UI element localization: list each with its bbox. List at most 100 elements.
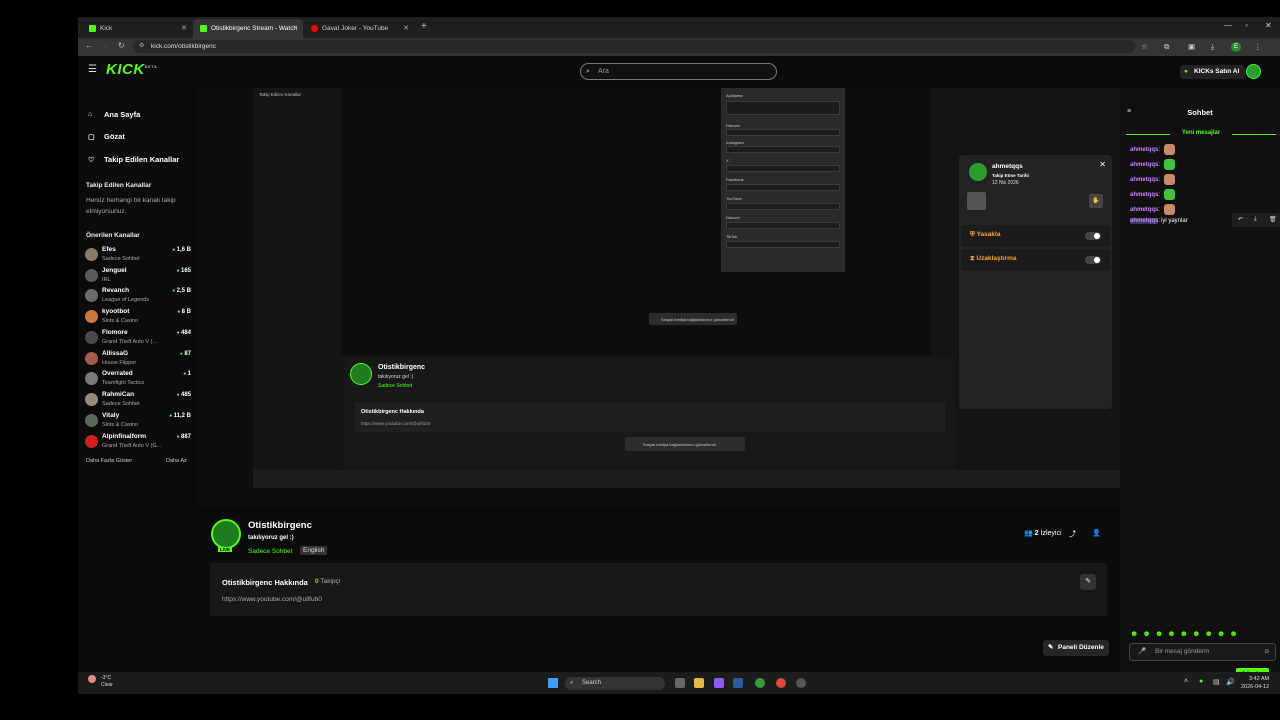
follow-user-icon[interactable]: 👤 bbox=[1092, 529, 1101, 537]
close-icon[interactable]: ✕ bbox=[1099, 160, 1106, 169]
stream-category[interactable]: Sadece Sohbet bbox=[248, 548, 292, 555]
ban-label: ⛨ Yasakla bbox=[970, 231, 1001, 238]
share-icon[interactable]: ⤴ bbox=[1069, 529, 1076, 539]
reply-icon[interactable]: ↶ bbox=[1238, 216, 1243, 223]
close-tab-icon[interactable]: ✕ bbox=[181, 24, 187, 32]
live-badge: LIVE bbox=[218, 547, 233, 552]
gift-button[interactable]: ✋ bbox=[1089, 194, 1103, 208]
minimize-icon[interactable]: — bbox=[1224, 21, 1232, 30]
channel-item[interactable]: FlomoreGrand Theft Auto V (...484 bbox=[85, 328, 191, 348]
channel-item[interactable]: AlpinfinalformGrand Theft Auto V (G...88… bbox=[85, 432, 191, 452]
discord-icon[interactable] bbox=[714, 678, 724, 688]
channel-item[interactable]: RevanchLeague of Legends2,5 B bbox=[85, 286, 191, 306]
buy-kicks-button[interactable]: ● KICKs Satın Al bbox=[1180, 65, 1246, 79]
chrome-active-icon[interactable] bbox=[776, 678, 786, 688]
reload-icon[interactable]: ↻ bbox=[118, 41, 125, 50]
obs-icon[interactable] bbox=[796, 678, 806, 688]
sidepanel-icon[interactable]: ▣ bbox=[1188, 42, 1195, 51]
tray-chevron-icon[interactable]: ˄ bbox=[1184, 678, 1188, 685]
user-card-name[interactable]: ahmetqqs bbox=[992, 163, 1023, 170]
hamburger-menu-icon[interactable]: ☰ bbox=[88, 64, 97, 75]
channel-avatar bbox=[85, 248, 98, 261]
nav-home[interactable]: ⌂ Ana Sayfa bbox=[88, 110, 140, 119]
channel-item[interactable]: OverratedTeamfight Tactics1 bbox=[85, 369, 191, 389]
site-info-icon[interactable]: ⚙ bbox=[139, 40, 144, 53]
maximize-icon[interactable]: ▫ bbox=[1245, 21, 1248, 30]
video-inner-main: Açıklama Discord Instagram X Facebook Yo… bbox=[341, 88, 931, 356]
nav-browse[interactable]: ▢ Gözat bbox=[88, 132, 125, 141]
user-avatar[interactable] bbox=[1246, 64, 1261, 79]
streamer-name[interactable]: Otistikbirgenc bbox=[248, 520, 312, 531]
kick-logo[interactable]: KICKBETA bbox=[106, 61, 157, 78]
weather-widget[interactable]: -3°C Clear bbox=[101, 675, 113, 689]
tab-stream[interactable]: Otistikbirgenc Stream - Watch ✕ bbox=[193, 19, 303, 38]
channel-avatar bbox=[85, 372, 98, 385]
pin-icon[interactable]: ⤓ bbox=[1254, 216, 1257, 223]
chrome-icon[interactable] bbox=[755, 678, 765, 688]
video-inner-sidebar: Takip Edilen Kanallar bbox=[253, 88, 341, 488]
about-link[interactable]: https://www.youtube.com/@ullfub0 bbox=[222, 596, 322, 603]
download-icon[interactable]: ⤓ bbox=[1211, 42, 1214, 52]
profile-avatar-icon[interactable]: E bbox=[1231, 42, 1241, 52]
chat-input[interactable]: 🎤 Bir mesaj gönderin ☺ bbox=[1129, 643, 1276, 661]
ban-toggle[interactable] bbox=[1085, 232, 1101, 240]
new-messages-divider: Yeni mesajlar bbox=[1126, 130, 1276, 138]
back-icon[interactable]: ← bbox=[85, 41, 93, 50]
emote-bar[interactable]: ☻☻☻☻☻☻☻☻☻ bbox=[1130, 629, 1242, 638]
channel-item[interactable]: AllissaGHouse Flipper87 bbox=[85, 349, 191, 369]
close-tab-icon[interactable]: ✕ bbox=[292, 24, 298, 32]
menu-dots-icon[interactable]: ⋮ bbox=[1254, 42, 1262, 51]
channel-item[interactable]: kyootbotSlots & Casino8 B bbox=[85, 307, 191, 327]
chat-message: ahmetqqs: bbox=[1130, 189, 1176, 200]
tray-app-icon[interactable]: ● bbox=[1199, 678, 1203, 685]
weather-icon[interactable] bbox=[88, 675, 96, 683]
stream-info: LIVE Otistikbirgenc takılıyoruz gel :) S… bbox=[197, 508, 1120, 676]
emoji-picker-icon[interactable]: ☺ bbox=[1263, 644, 1270, 660]
delete-icon[interactable]: 🗑 bbox=[1269, 216, 1277, 223]
channel-item[interactable]: VitalySlots & Casino11,2 B bbox=[85, 411, 191, 431]
tab-kick[interactable]: Kick ✕ bbox=[82, 19, 192, 38]
tab-youtube[interactable]: Gavat Joker - YouTube ✕ bbox=[304, 19, 414, 38]
file-explorer-icon[interactable] bbox=[694, 678, 704, 688]
emote-icon bbox=[1164, 189, 1176, 200]
language-tag[interactable]: English bbox=[300, 546, 328, 555]
streamer-avatar[interactable] bbox=[211, 519, 241, 549]
volume-icon[interactable]: 🔊 bbox=[1226, 678, 1235, 686]
channel-avatar bbox=[85, 269, 98, 282]
edit-pencil-icon[interactable]: ✎ bbox=[1080, 574, 1096, 590]
youtube-favicon-icon bbox=[311, 25, 318, 32]
new-tab-icon[interactable]: + bbox=[421, 21, 427, 32]
extensions-icon[interactable]: ⧉ bbox=[1164, 42, 1169, 52]
home-icon: ⌂ bbox=[88, 111, 93, 118]
edit-panels-button[interactable]: ✎ Paneli Düzenle bbox=[1043, 640, 1109, 656]
taskbar-search[interactable]: ⌕ Search bbox=[565, 677, 665, 690]
show-more-link[interactable]: Daha Fazla Göster bbox=[86, 458, 132, 464]
windows-start-icon[interactable] bbox=[548, 678, 558, 688]
clock[interactable]: 3:42 AM 2026-04-12 bbox=[1241, 675, 1269, 691]
channel-item[interactable]: JenguelIRL165 bbox=[85, 266, 191, 286]
site-header: ☰ KICKBETA ⌕ Ara ● KICKs Satın Al bbox=[78, 56, 1280, 88]
emote-icon bbox=[1164, 174, 1176, 185]
chat-message: ahmetqqs: bbox=[1130, 204, 1176, 215]
nav-following[interactable]: ♡ Takip Edilen Kanallar bbox=[88, 155, 179, 164]
channel-avatar bbox=[85, 310, 98, 323]
chat-message: ahmetqqs: bbox=[1130, 144, 1176, 155]
channel-item[interactable]: RahmiCanSadece Sohbet485 bbox=[85, 390, 191, 410]
timeout-toggle[interactable] bbox=[1085, 256, 1101, 264]
close-window-icon[interactable]: ✕ bbox=[1265, 21, 1272, 30]
bookmark-star-icon[interactable]: ☆ bbox=[1141, 42, 1148, 51]
forward-icon[interactable]: → bbox=[101, 41, 109, 50]
search-input[interactable]: ⌕ Ara bbox=[580, 63, 777, 80]
network-icon[interactable]: ▤ bbox=[1213, 678, 1220, 686]
browser-window: Kick ✕ Otistikbirgenc Stream - Watch ✕ G… bbox=[78, 17, 1280, 694]
microphone-icon[interactable]: 🎤 bbox=[1138, 644, 1146, 660]
url-field[interactable]: ⚙ kick.com/otistikbirgenc bbox=[133, 40, 1135, 53]
close-tab-icon[interactable]: ✕ bbox=[403, 24, 409, 32]
channel-item[interactable]: EfesSadece Sohbet1,6 B bbox=[85, 245, 191, 265]
steam-icon[interactable] bbox=[733, 678, 743, 688]
channel-avatar bbox=[85, 352, 98, 365]
os-taskbar: -3°C Clear ⌕ Search ˄ ● ▤ 🔊 3:42 AM 2026-0… bbox=[78, 672, 1280, 694]
viewer-count: 👥 2 İzleyici bbox=[1024, 530, 1062, 537]
task-view-icon[interactable] bbox=[675, 678, 685, 688]
show-less-link[interactable]: Daha Az bbox=[166, 458, 187, 464]
